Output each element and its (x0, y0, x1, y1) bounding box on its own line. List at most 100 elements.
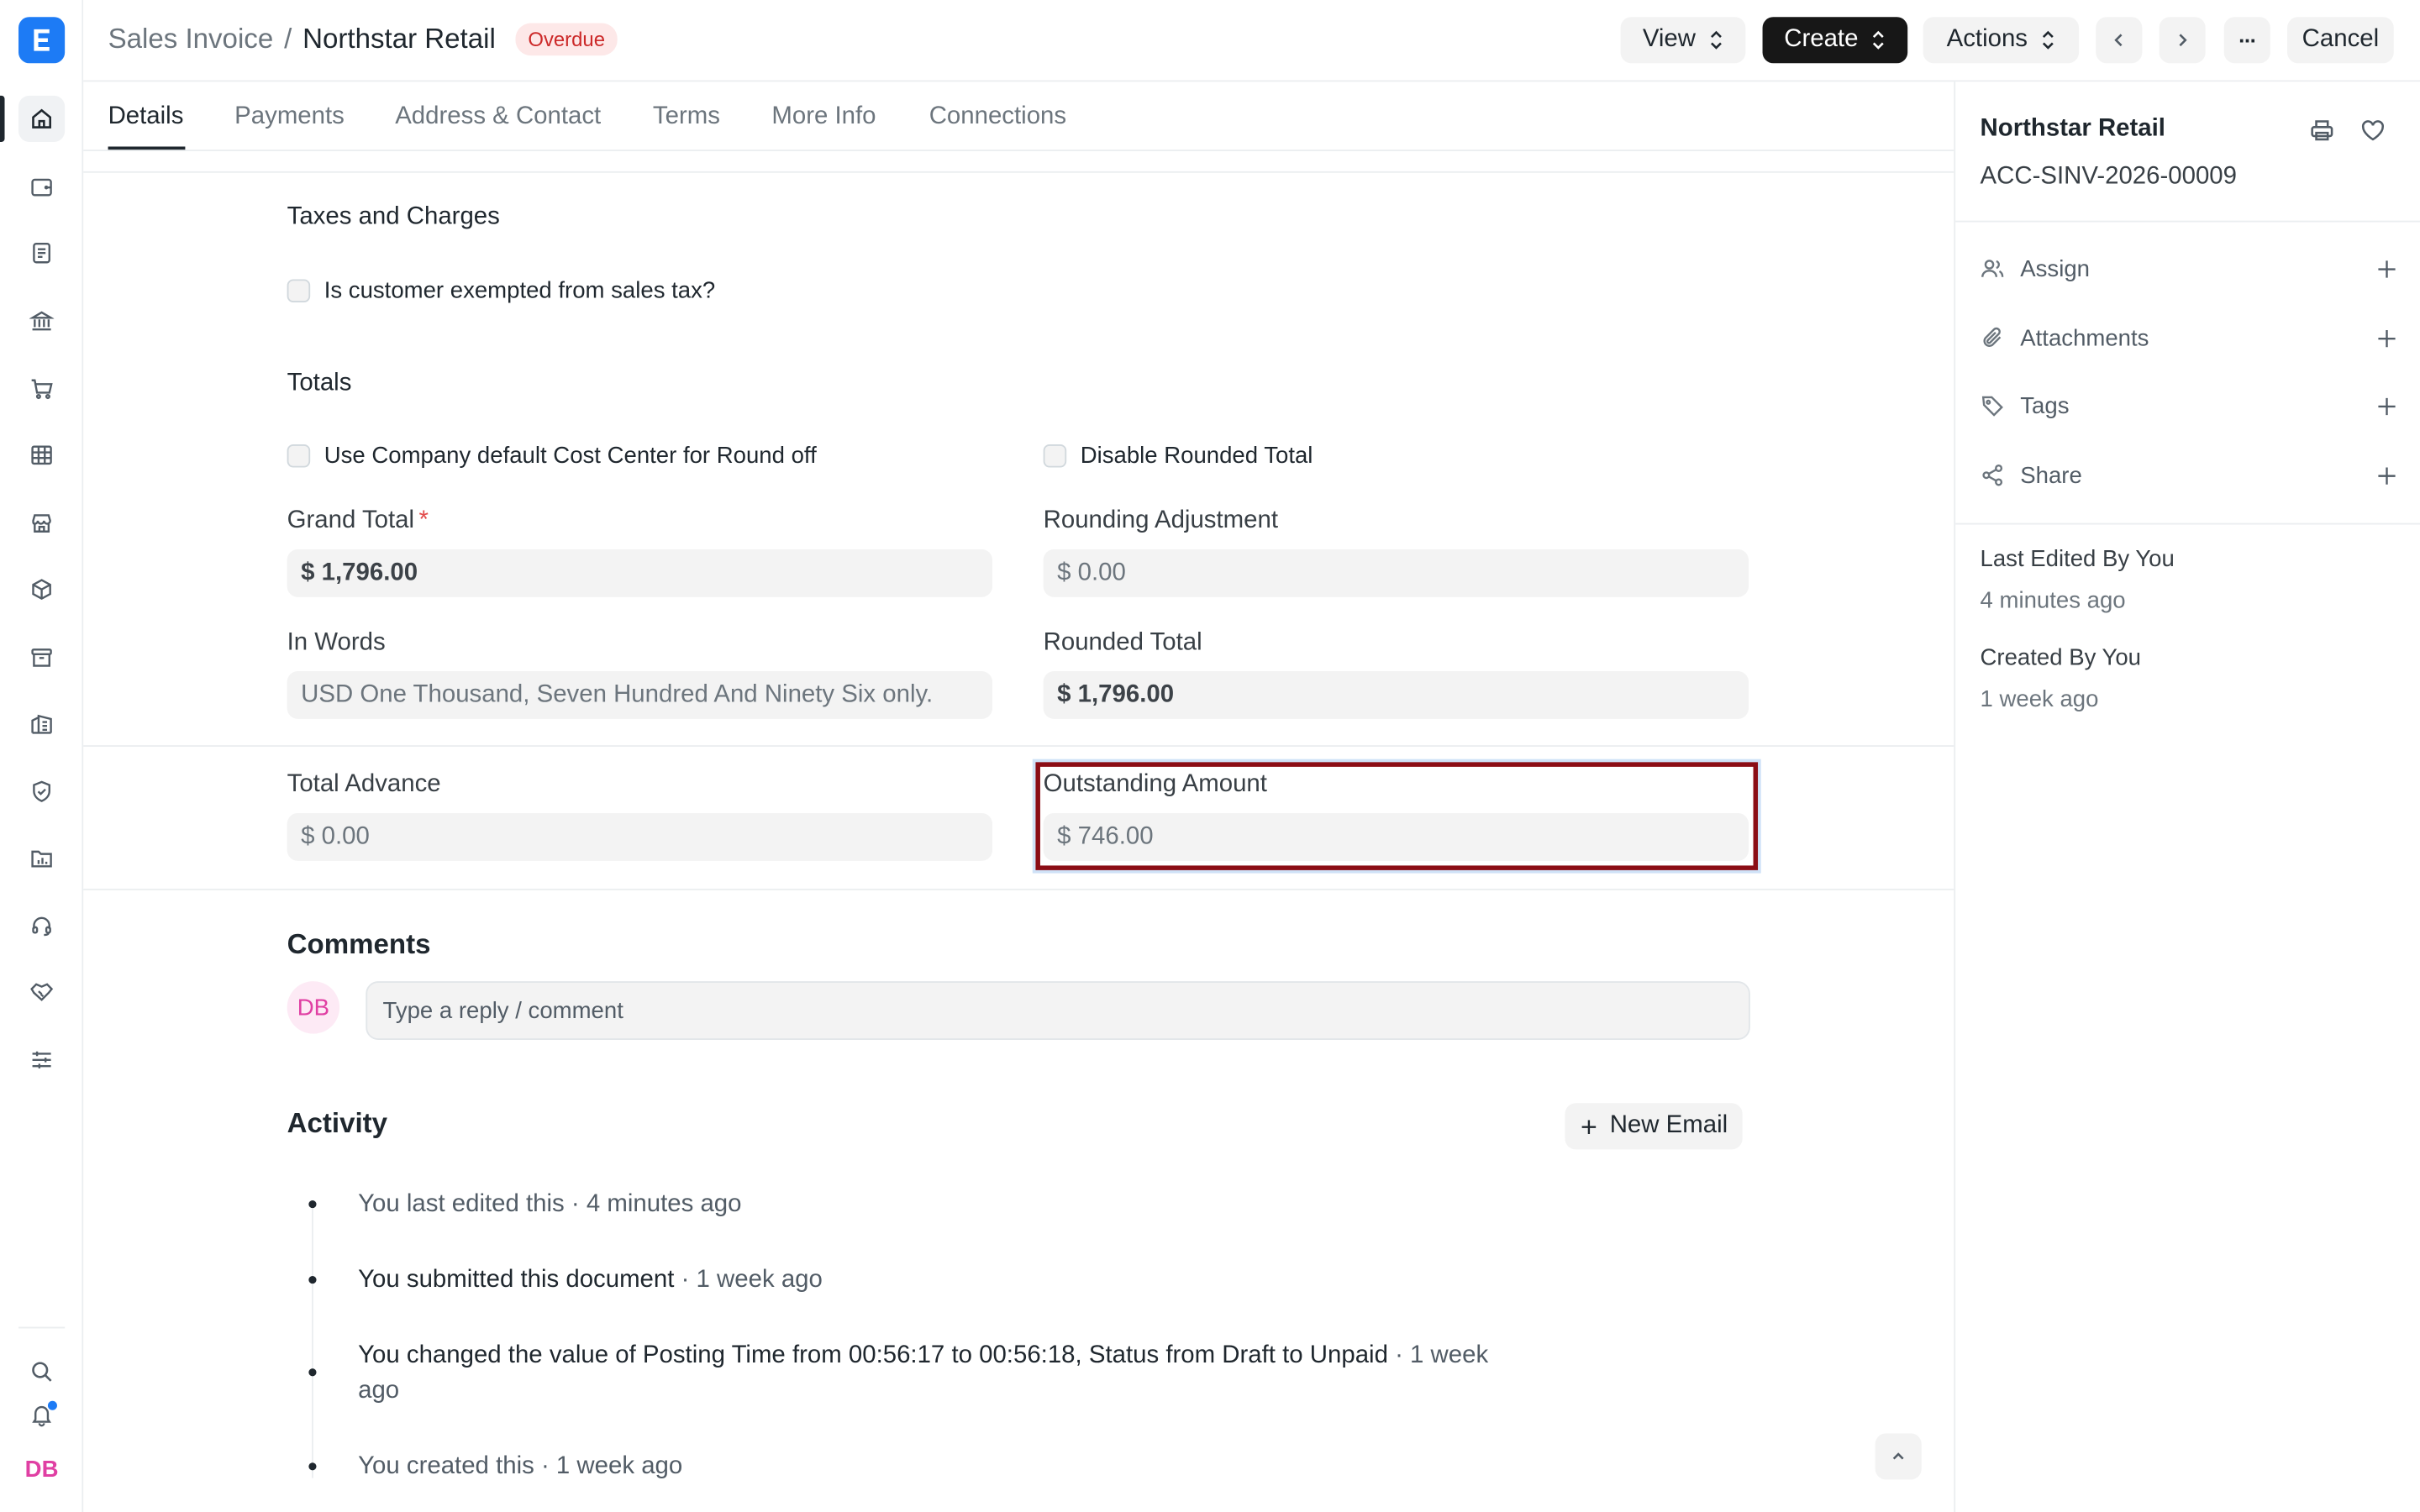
headset-icon[interactable] (18, 902, 65, 948)
sidebar-title: Northstar Retail (1980, 115, 2165, 142)
tag-icon (1981, 396, 2003, 417)
comments-title: Comments (287, 928, 431, 960)
share-icon (1982, 464, 2003, 486)
tax-exempt-checkbox[interactable] (287, 279, 311, 302)
grand-total-label: Grand Total * (287, 507, 429, 534)
plus-icon (2378, 260, 2396, 277)
tax-exempt-label: Is customer exempted from sales tax? (324, 277, 716, 304)
more-actions-button[interactable]: ··· (2223, 17, 2270, 64)
new-email-label: New Email (1609, 1112, 1728, 1139)
bell-icon[interactable] (18, 1392, 65, 1438)
comment-avatar: DB (287, 981, 340, 1034)
home-icon[interactable] (18, 95, 66, 142)
new-email-button[interactable]: New Email (1565, 1103, 1744, 1150)
chevron-right-icon (2179, 34, 2187, 47)
disable-rounded-row: Disable Rounded Total (1043, 443, 1313, 469)
plus-icon (1581, 1119, 1597, 1134)
rounding-adjustment-field[interactable]: $ 0.00 (1043, 549, 1749, 597)
total-advance-label: Total Advance (287, 771, 441, 798)
in-words-label: In Words (287, 629, 386, 656)
bank-icon[interactable] (18, 297, 65, 344)
sidebar-doc-id: ACC-SINV-2026-00009 (1980, 163, 2237, 190)
form-body: Taxes and Charges Is customer exempted f… (83, 151, 1954, 1512)
activity-item: You last edited this · 4 minutes ago (358, 1190, 742, 1218)
cancel-button-label: Cancel (2302, 26, 2380, 53)
taxes-section-title: Taxes and Charges (287, 203, 500, 230)
view-button[interactable]: View (1620, 17, 1746, 64)
scroll-to-top-button[interactable] (1875, 1433, 1922, 1480)
actions-button[interactable]: Actions (1923, 17, 2080, 64)
folder-chart-icon[interactable] (18, 835, 65, 881)
create-button[interactable]: Create (1762, 17, 1908, 64)
plus-icon (2378, 466, 2396, 484)
active-tab-underline (108, 146, 186, 150)
tax-exempt-row: Is customer exempted from sales tax? (287, 277, 716, 304)
form-tabs: Details Payments Address & Contact Terms… (83, 81, 1954, 151)
in-words-field[interactable]: USD One Thousand, Seven Hundred And Nine… (287, 670, 993, 719)
table-icon[interactable] (18, 432, 65, 478)
tab-details[interactable]: Details (108, 103, 184, 131)
rounding-adjustment-label: Rounding Adjustment (1043, 507, 1279, 534)
building-icon[interactable] (18, 701, 65, 747)
grand-total-field[interactable]: $ 1,796.00 (287, 549, 993, 597)
section-divider (83, 171, 1954, 173)
plus-icon (2378, 396, 2396, 415)
sidebar-item-assign[interactable]: Assign (1981, 250, 2397, 287)
shield-icon[interactable] (18, 769, 65, 815)
sliders-icon[interactable] (18, 1037, 65, 1083)
sidebar-item-label: Attachments (2020, 324, 2149, 351)
chevron-updown-icon (1710, 30, 1722, 50)
archive-icon[interactable] (18, 634, 65, 680)
more-icon: ··· (2238, 28, 2257, 53)
last-edited-label: Last Edited By You (1980, 546, 2175, 573)
sidebar-item-attachments[interactable]: Attachments (1981, 319, 2397, 356)
chevron-up-icon (1892, 1452, 1904, 1460)
activity-item: You submitted this document · 1 week ago (358, 1266, 823, 1294)
user-avatar[interactable]: DB (18, 1446, 65, 1492)
timeline-dot (308, 1462, 317, 1471)
rounded-total-field[interactable]: $ 1,796.00 (1043, 670, 1749, 719)
disable-rounded-checkbox[interactable] (1043, 444, 1067, 468)
tab-address-contact[interactable]: Address & Contact (395, 103, 601, 131)
activity-timeline (312, 1200, 313, 1478)
cost-center-checkbox[interactable] (287, 444, 311, 468)
created-label: Created By You (1980, 644, 2142, 671)
tab-payments[interactable]: Payments (234, 103, 345, 131)
sidebar-divider (1955, 220, 2420, 223)
comment-input[interactable]: Type a reply / comment (366, 981, 1750, 1040)
wallet-icon[interactable] (18, 164, 65, 210)
sidebar-item-label: Assign (2020, 255, 2090, 282)
tab-more-info[interactable]: More Info (771, 103, 876, 131)
activity-title: Activity (287, 1107, 388, 1139)
tab-connections[interactable]: Connections (929, 103, 1066, 131)
store-icon[interactable] (18, 500, 65, 546)
sidebar-item-tags[interactable]: Tags (1981, 387, 2397, 424)
total-advance-field[interactable]: $ 0.00 (287, 812, 993, 861)
next-button[interactable] (2159, 17, 2206, 64)
notification-dot (46, 1399, 59, 1412)
box-icon[interactable] (18, 566, 65, 612)
timeline-dot (308, 1200, 317, 1209)
totals-section-title: Totals (287, 370, 352, 397)
sidebar-item-share[interactable]: Share (1981, 457, 2397, 494)
heart-icon[interactable] (2355, 113, 2389, 146)
top-bar: Sales Invoice / Northstar Retail Overdue… (83, 0, 2420, 82)
left-rail: DB (0, 0, 84, 1512)
activity-item: You created this · 1 week ago (358, 1453, 683, 1480)
rail-divider (18, 1326, 66, 1329)
plus-icon (2378, 329, 2396, 347)
previous-button[interactable] (2096, 17, 2143, 64)
outstanding-amount-field[interactable]: $ 746.00 (1043, 812, 1749, 861)
cart-icon[interactable] (18, 365, 65, 412)
cancel-button[interactable]: Cancel (2287, 17, 2394, 64)
handshake-icon[interactable] (18, 969, 65, 1015)
actions-button-label: Actions (1946, 26, 2028, 53)
tab-terms[interactable]: Terms (653, 103, 720, 131)
search-icon[interactable] (18, 1348, 65, 1394)
print-icon[interactable] (2304, 113, 2338, 146)
activity-item: You changed the value of Posting Time fr… (358, 1341, 1489, 1404)
section-divider (83, 888, 1954, 890)
breadcrumb-doctype[interactable]: Sales Invoice (108, 24, 274, 56)
app-logo[interactable] (18, 17, 66, 64)
document-icon[interactable] (18, 230, 65, 276)
